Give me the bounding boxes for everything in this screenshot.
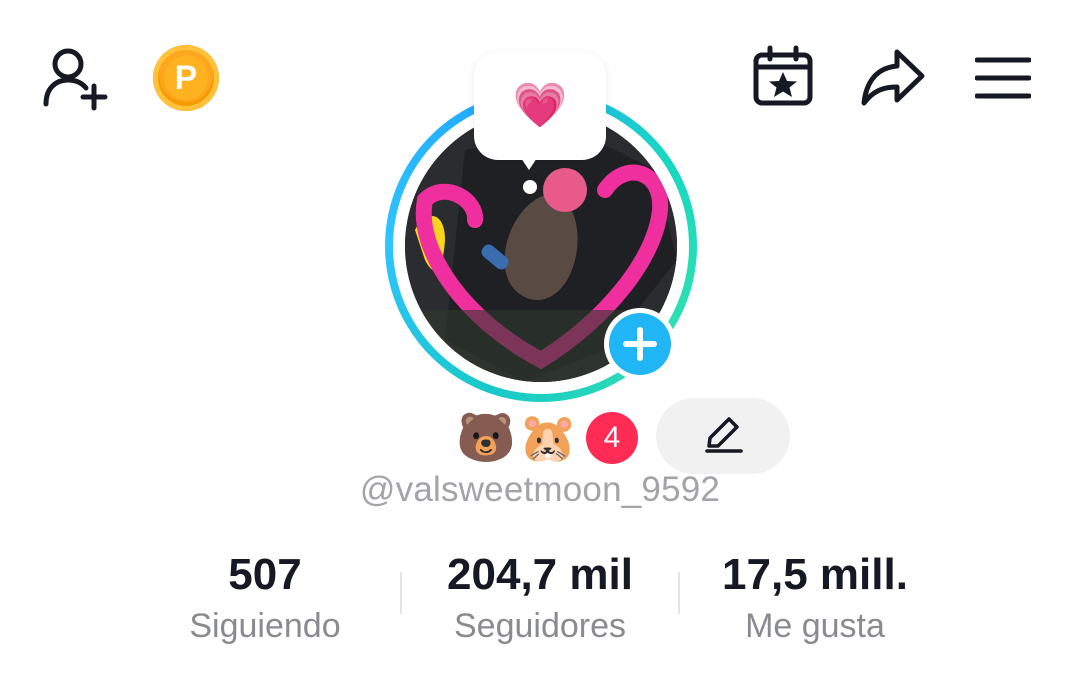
share-button[interactable]: [858, 44, 928, 110]
followers-label: Seguidores: [453, 607, 626, 645]
hamburger-menu-icon: [975, 57, 1031, 99]
likes-label: Me gusta: [745, 607, 885, 645]
followers-stat[interactable]: 204,7 mil Seguidores: [405, 548, 675, 650]
pencil-icon: [705, 417, 743, 453]
coin-letter: P: [164, 56, 208, 100]
share-arrow-icon: [861, 49, 925, 106]
coin-button[interactable]: P: [150, 42, 222, 114]
badges-row[interactable]: 🐻 🐹 4: [456, 408, 638, 468]
plus-icon: [623, 327, 657, 361]
likes-count: 17,5 mill.: [722, 550, 908, 599]
status-bubble[interactable]: 💗: [474, 52, 606, 160]
bear-icon: 🐻: [456, 410, 516, 466]
following-label: Siguiendo: [189, 607, 341, 645]
calendar-button[interactable]: [748, 44, 818, 110]
add-friend-button[interactable]: [38, 42, 114, 114]
divider: [400, 572, 402, 614]
menu-button[interactable]: [970, 48, 1036, 108]
pink-heart-icon: 💗: [512, 81, 568, 130]
username: @valsweetmoon_9592: [359, 470, 721, 509]
hamster-icon: 🐹: [518, 410, 578, 466]
coin-icon: P: [153, 45, 219, 111]
following-count: 507: [228, 550, 302, 599]
add-story-button[interactable]: [604, 308, 676, 380]
badge-count: 4: [586, 412, 638, 464]
status-bubble-dot: [523, 180, 537, 194]
followers-count: 204,7 mil: [447, 550, 633, 599]
likes-stat[interactable]: 17,5 mill. Me gusta: [690, 548, 940, 650]
status-bubble-tail: [517, 152, 541, 170]
following-stat[interactable]: 507 Siguiendo: [150, 548, 380, 650]
divider: [678, 572, 680, 614]
edit-profile-button[interactable]: [656, 398, 790, 474]
person-add-icon: [43, 48, 108, 111]
calendar-star-icon: [753, 45, 813, 106]
